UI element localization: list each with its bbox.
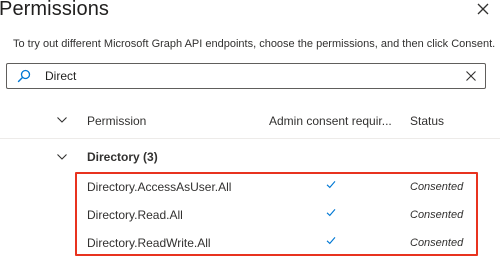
header-divider (0, 138, 500, 139)
clear-search-icon[interactable] (465, 70, 477, 82)
search-icon (17, 69, 31, 83)
search-box[interactable] (6, 63, 486, 89)
column-header-permission[interactable]: Permission (87, 114, 146, 128)
table-header: Permission Admin consent requir... Statu… (0, 110, 500, 134)
group-row-directory[interactable]: Directory (3) (0, 146, 500, 170)
search-input[interactable] (45, 64, 445, 88)
close-button[interactable] (474, 0, 492, 18)
panel-title: Permissions (0, 0, 110, 20)
permissions-panel: Permissions To try out different Microso… (0, 0, 500, 266)
column-header-status[interactable]: Status (410, 114, 444, 128)
group-label: Directory (3) (87, 150, 158, 164)
column-header-admin-consent[interactable]: Admin consent requir... (269, 114, 395, 128)
collapse-all-chevron-icon[interactable] (56, 115, 68, 125)
panel-description: To try out different Microsoft Graph API… (13, 38, 496, 50)
chevron-down-icon[interactable] (56, 152, 68, 162)
close-icon (477, 3, 489, 15)
highlight-annotation-box (75, 172, 478, 256)
